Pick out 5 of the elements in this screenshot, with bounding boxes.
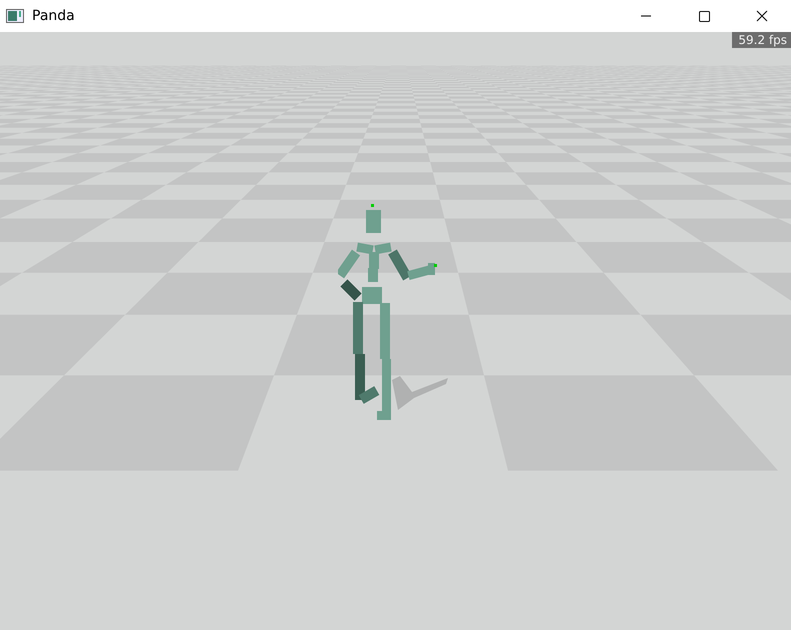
close-icon (756, 10, 768, 22)
window-icon (6, 9, 24, 23)
maximize-icon (698, 10, 710, 22)
window-title: Panda (32, 8, 75, 24)
fps-counter: 59.2 fps (732, 32, 791, 48)
